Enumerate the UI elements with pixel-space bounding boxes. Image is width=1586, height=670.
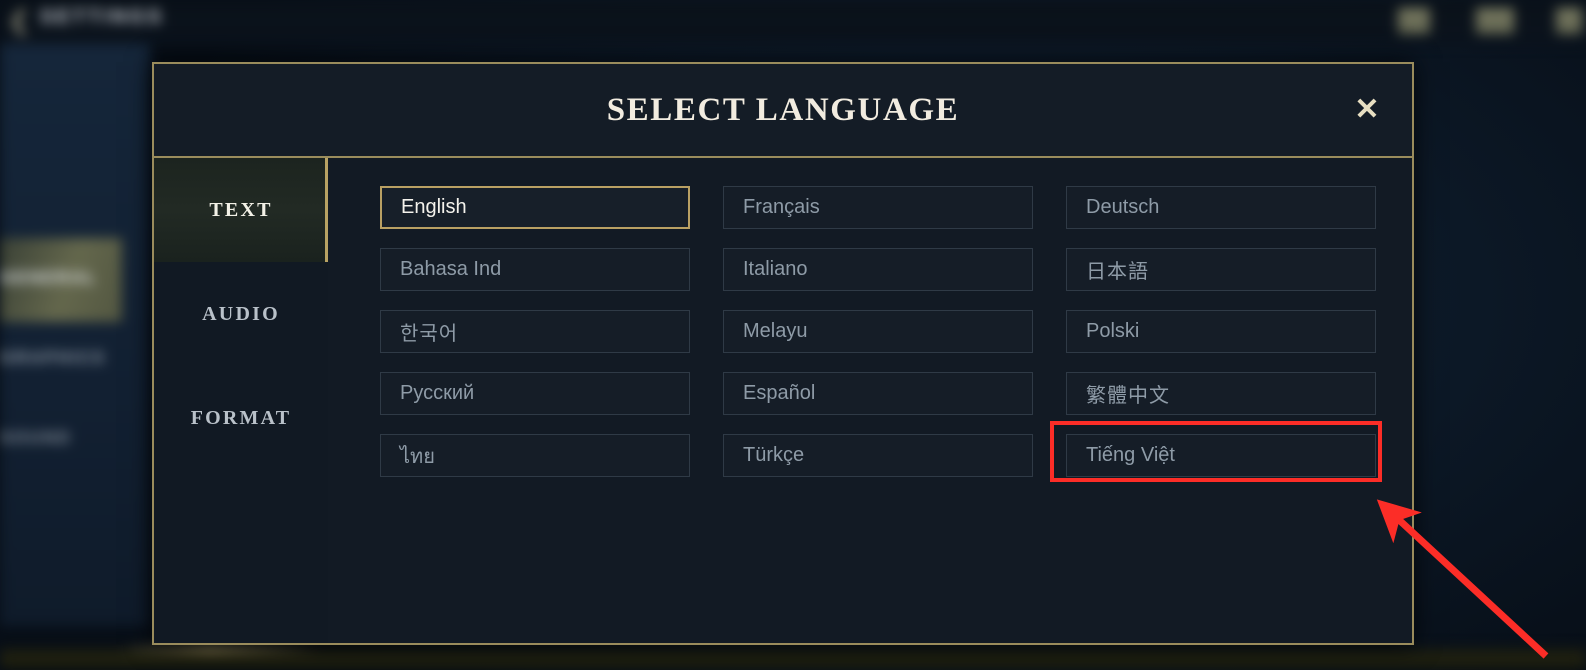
language-option-melayu[interactable]: Melayu xyxy=(723,310,1033,353)
language-label: Bahasa Ind xyxy=(400,258,501,281)
language-option-traditional-chinese[interactable]: 繁體中文 xyxy=(1066,372,1376,415)
language-label: Deutsch xyxy=(1086,196,1159,219)
background-menu-item-1: GENERAL xyxy=(0,268,97,288)
background-settings-title: SETTINGS xyxy=(40,6,164,29)
language-option-deutsch[interactable]: Deutsch xyxy=(1066,186,1376,229)
background-top-icon-2 xyxy=(1476,8,1514,34)
language-label: Français xyxy=(743,196,820,219)
settings-screen: ❮ SETTINGS GENERAL GRAPHICS SOUND SELECT… xyxy=(0,0,1586,670)
dialog-body: TEXT AUDIO FORMAT English Français Deuts… xyxy=(154,158,1412,643)
close-icon[interactable]: ✕ xyxy=(1348,92,1386,130)
language-option-turkce[interactable]: Türkçe xyxy=(723,434,1033,477)
language-panel: English Français Deutsch Bahasa Ind Ital… xyxy=(328,158,1412,643)
tab-audio-label: AUDIO xyxy=(202,303,280,326)
language-option-thai[interactable]: ไทย xyxy=(380,434,690,477)
language-option-tieng-viet[interactable]: Tiếng Việt xyxy=(1066,434,1376,477)
tab-format-label: FORMAT xyxy=(191,407,292,430)
language-grid: English Français Deutsch Bahasa Ind Ital… xyxy=(380,186,1384,477)
language-option-espanol[interactable]: Español xyxy=(723,372,1033,415)
language-label: 한국어 xyxy=(400,317,458,346)
background-bottom-accent xyxy=(120,646,320,652)
background-top-icon-3 xyxy=(1556,8,1582,34)
language-label: 繁體中文 xyxy=(1086,379,1170,408)
language-option-italiano[interactable]: Italiano xyxy=(723,248,1033,291)
select-language-dialog: SELECT LANGUAGE ✕ TEXT AUDIO FORMAT Engl… xyxy=(152,62,1414,645)
background-top-icon-1 xyxy=(1398,8,1430,34)
tab-text[interactable]: TEXT xyxy=(154,158,328,262)
language-label: ไทย xyxy=(400,440,435,472)
language-option-bahasa-ind[interactable]: Bahasa Ind xyxy=(380,248,690,291)
dialog-sidebar: TEXT AUDIO FORMAT xyxy=(154,158,328,643)
language-option-japanese[interactable]: 日本語 xyxy=(1066,248,1376,291)
language-label: Türkçe xyxy=(743,444,804,467)
dialog-title: SELECT LANGUAGE xyxy=(154,92,1412,129)
tab-audio[interactable]: AUDIO xyxy=(154,262,328,366)
language-label: Polski xyxy=(1086,320,1139,343)
language-option-russian[interactable]: Русский xyxy=(380,372,690,415)
background-top-bar xyxy=(0,0,1586,44)
language-label: English xyxy=(401,196,467,219)
language-option-francais[interactable]: Français xyxy=(723,186,1033,229)
language-option-english[interactable]: English xyxy=(380,186,690,229)
background-menu-item-3: SOUND xyxy=(0,428,71,448)
background-left-panel xyxy=(0,44,150,626)
language-label: Русский xyxy=(400,382,474,405)
background-menu-item-2: GRAPHICS xyxy=(0,348,106,368)
language-label: Melayu xyxy=(743,320,807,343)
language-label: 日本語 xyxy=(1086,255,1149,284)
dialog-header: SELECT LANGUAGE ✕ xyxy=(154,64,1412,158)
back-arrow-icon: ❮ xyxy=(6,6,32,34)
language-option-korean[interactable]: 한국어 xyxy=(380,310,690,353)
tab-format[interactable]: FORMAT xyxy=(154,366,328,470)
language-label: Español xyxy=(743,382,815,405)
language-option-polski[interactable]: Polski xyxy=(1066,310,1376,353)
language-label: Italiano xyxy=(743,258,808,281)
tab-text-label: TEXT xyxy=(209,199,272,222)
language-label: Tiếng Việt xyxy=(1086,444,1175,467)
